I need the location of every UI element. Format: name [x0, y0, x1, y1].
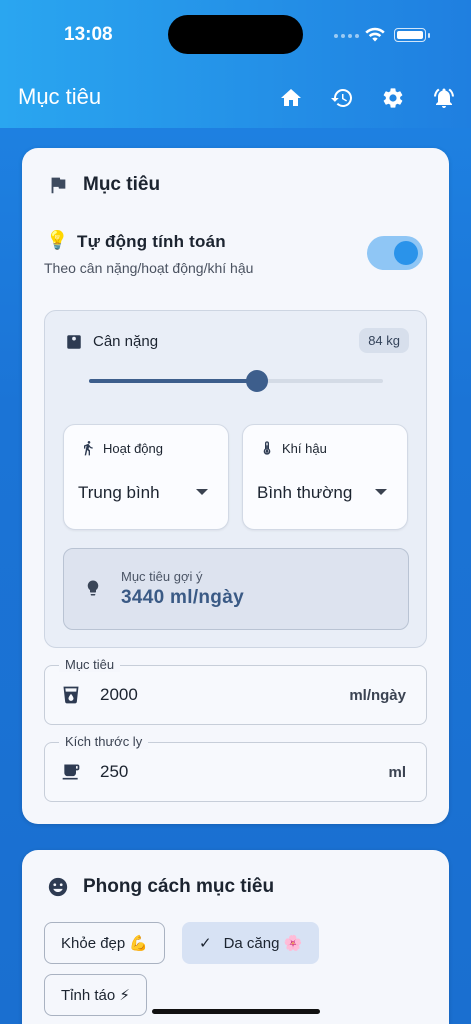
- app-title: Mục tiêu: [18, 84, 102, 109]
- slider-thumb[interactable]: [245, 370, 268, 392]
- goal-field[interactable]: Mục tiêu 2000 ml/ngày: [44, 657, 427, 725]
- weight-label: Cân nặng: [93, 333, 159, 350]
- notification-icon[interactable]: [432, 86, 456, 110]
- chip-label: Khỏe đẹp 💪: [61, 935, 149, 952]
- coffee-cup-icon: [62, 764, 80, 780]
- chip-label: Da căng 🌸: [223, 935, 303, 952]
- goal-field-value: 2000: [100, 685, 138, 704]
- flag-icon: [51, 177, 66, 194]
- cellular-signal-icon: [334, 34, 359, 38]
- lightbulb-outline-icon: [87, 580, 99, 596]
- activity-label: Hoạt động: [103, 441, 163, 456]
- calc-panel: Cân nặng 84 kg Hoạt động Trung bình Khí …: [44, 310, 427, 648]
- slider-fill: [89, 379, 257, 383]
- thermometer-icon: [263, 441, 271, 455]
- chip-tinh-tao[interactable]: Tỉnh táo ⚡: [44, 974, 147, 1016]
- goal-card: Mục tiêu 💡 Tự động tính toán Theo cân nặ…: [22, 148, 449, 824]
- check-icon: ✓: [199, 935, 212, 952]
- auto-calc-title: Tự động tính toán: [77, 232, 226, 251]
- climate-value: Bình thường: [257, 483, 353, 502]
- climate-label: Khí hậu: [282, 441, 327, 456]
- home-icon[interactable]: [279, 86, 303, 110]
- auto-calc-subtitle: Theo cân nặng/hoạt động/khí hậu: [44, 260, 254, 276]
- dropdown-arrow-icon: [196, 489, 208, 495]
- wifi-icon: [365, 27, 385, 42]
- weight-value-badge: 84 kg: [359, 328, 409, 353]
- chip-khoe-dep[interactable]: Khỏe đẹp 💪: [44, 922, 166, 964]
- climate-dropdown[interactable]: Khí hậu Bình thường: [242, 424, 408, 530]
- chip-label: Tỉnh táo ⚡: [61, 987, 130, 1004]
- cup-size-suffix: ml: [388, 764, 406, 781]
- running-icon: [84, 441, 93, 456]
- activity-value: Trung bình: [78, 483, 160, 502]
- history-icon[interactable]: [330, 86, 354, 110]
- cup-size-field[interactable]: Kích thước ly 250 ml: [44, 734, 427, 802]
- settings-icon[interactable]: [381, 86, 405, 110]
- lightbulb-icon: 💡: [46, 230, 69, 250]
- chip-da-cang[interactable]: ✓ Da căng 🌸: [182, 922, 320, 964]
- smiley-icon: [48, 877, 68, 897]
- goal-style-title: Phong cách mục tiêu: [83, 876, 275, 897]
- scale-icon: [67, 335, 81, 349]
- toggle-knob: [394, 241, 418, 265]
- cup-size-label: Kích thước ly: [59, 734, 149, 749]
- weight-slider[interactable]: [89, 370, 383, 392]
- home-indicator: [152, 1009, 320, 1014]
- status-bar: 13:08: [0, 0, 471, 70]
- suggested-goal-value: 3440 ml/ngày: [121, 587, 244, 608]
- auto-calc-toggle[interactable]: [367, 236, 423, 270]
- suggested-goal-label: Mục tiêu gợi ý: [121, 569, 203, 584]
- suggested-goal-box: Mục tiêu gợi ý 3440 ml/ngày: [63, 548, 409, 630]
- goal-style-card: Phong cách mục tiêu Khỏe đẹp 💪 ✓ Da căng…: [22, 850, 449, 1024]
- goal-card-title: Mục tiêu: [83, 174, 161, 195]
- dynamic-island: [168, 15, 303, 54]
- app-bar: Mục tiêu: [0, 70, 471, 128]
- cup-size-value: 250: [100, 762, 129, 781]
- dropdown-arrow-icon: [375, 489, 387, 495]
- battery-icon: [394, 28, 430, 42]
- activity-dropdown[interactable]: Hoạt động Trung bình: [63, 424, 229, 530]
- goal-field-label: Mục tiêu: [59, 657, 121, 672]
- status-time: 13:08: [64, 24, 113, 45]
- water-cup-icon: [63, 686, 79, 704]
- goal-field-suffix: ml/ngày: [349, 687, 406, 704]
